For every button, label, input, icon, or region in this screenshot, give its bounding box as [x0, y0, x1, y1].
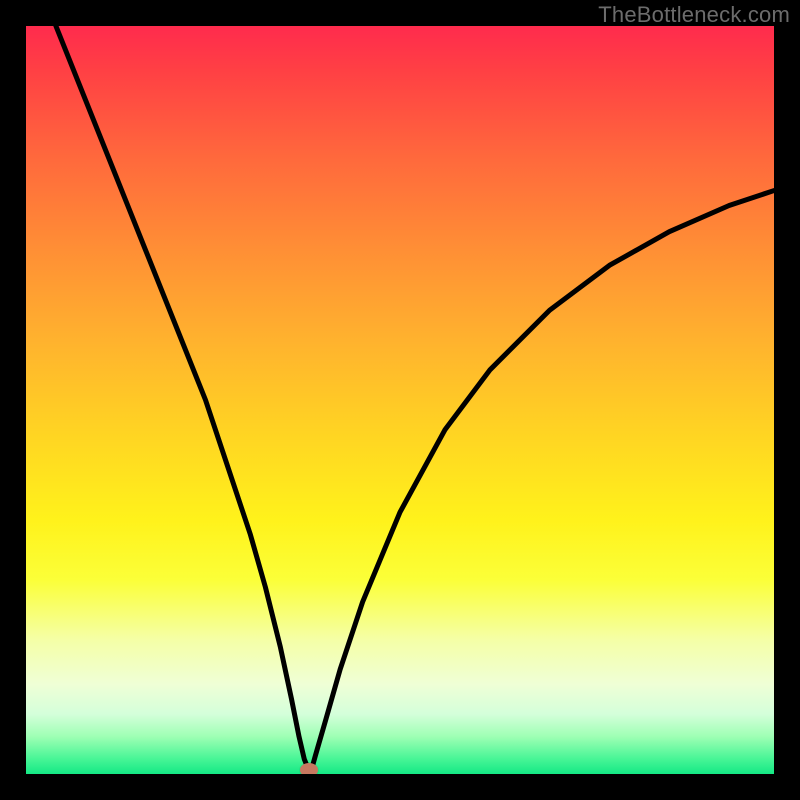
- chart-frame: [0, 0, 800, 800]
- watermark-text: TheBottleneck.com: [598, 2, 790, 28]
- chart-stage: TheBottleneck.com: [0, 0, 800, 800]
